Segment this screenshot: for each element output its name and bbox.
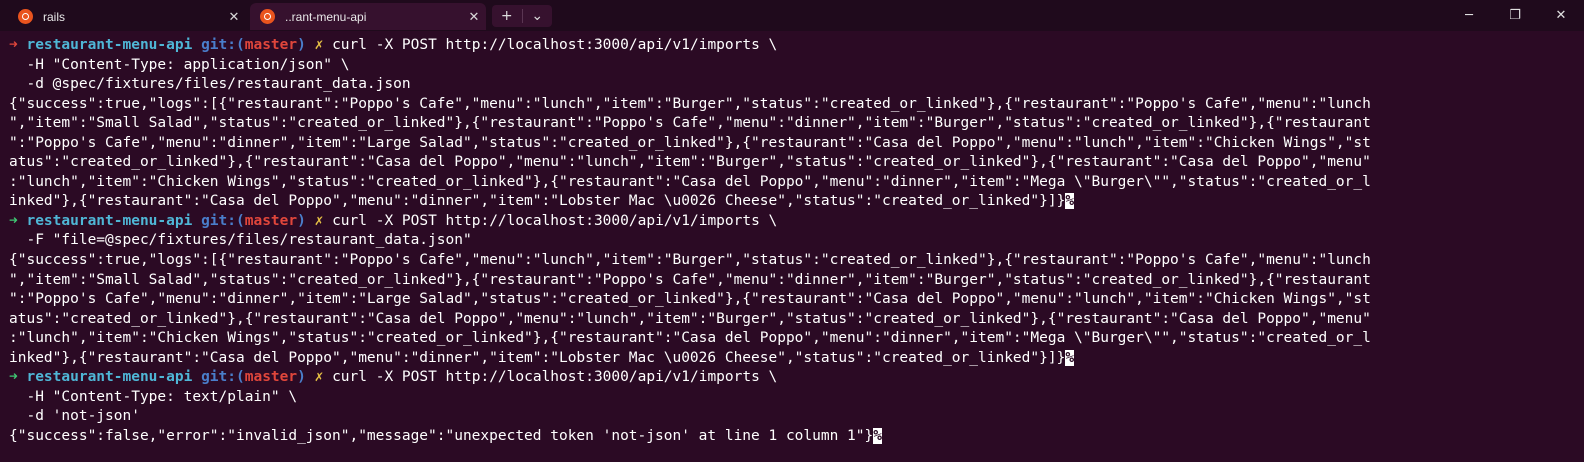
new-tab-group: + ⌄ xyxy=(492,5,552,27)
git-branch: master xyxy=(244,37,298,53)
git-branch: master xyxy=(244,212,298,229)
new-tab-button[interactable]: + xyxy=(492,5,522,27)
output-line: atus":"created_or_linked"},{"restaurant"… xyxy=(9,153,1579,173)
terminal-output[interactable]: ➜ restaurant-menu-api git:(master) ✗ cur… xyxy=(9,36,1579,446)
output-line: :"lunch","item":"Chicken Wings","status"… xyxy=(9,173,1579,193)
tab-label: ..rant-menu-api xyxy=(285,9,367,24)
prompt-arrow-icon: ➜ xyxy=(9,369,18,386)
dirty-mark-icon: ✗ xyxy=(314,212,324,229)
prompt-line: ➜ restaurant-menu-api git:(master) ✗ cur… xyxy=(9,368,1579,388)
prompt-arrow-icon: ➜ xyxy=(9,37,18,53)
eol-mark: % xyxy=(1065,349,1075,366)
output-text: ","item":"Small Salad","status":"created… xyxy=(9,271,1371,288)
output-text: inked"},{"restaurant":"Casa del Poppo","… xyxy=(9,193,1066,210)
output-line: ":"Poppo's Cafe","menu":"dinner","item":… xyxy=(9,290,1579,310)
dirty-mark-icon: ✗ xyxy=(314,37,324,53)
prompt-line: ➜ restaurant-menu-api git:(master) ✗ cur… xyxy=(9,212,1579,232)
output-line: ":"Poppo's Cafe","menu":"dinner","item":… xyxy=(9,134,1579,154)
close-tab-icon[interactable]: ✕ xyxy=(222,9,246,25)
output-text: atus":"created_or_linked"},{"restaurant"… xyxy=(9,310,1371,327)
prompt-arrow-icon: ➜ xyxy=(9,212,18,229)
git-label-close: ) xyxy=(297,212,306,229)
git-label-close: ) xyxy=(297,37,306,53)
git-label-close: ) xyxy=(297,369,306,386)
output-line: inked"},{"restaurant":"Casa del Poppo","… xyxy=(9,349,1579,369)
output-text: {"success":false,"error":"invalid_json",… xyxy=(9,427,874,444)
tab-rails[interactable]: rails ✕ xyxy=(8,3,246,30)
git-label: git:( xyxy=(201,37,245,53)
output-text: {"success":true,"logs":[{"restaurant":"P… xyxy=(9,252,1371,269)
command-text: curl -X POST http://localhost:3000/api/v… xyxy=(332,37,778,53)
output-text: :"lunch","item":"Chicken Wings","status"… xyxy=(9,330,1371,347)
title-bar: rails ✕ ..rant-menu-api ✕ + ⌄ ─ ❐ ✕ xyxy=(0,0,1584,31)
close-window-button[interactable]: ✕ xyxy=(1538,0,1584,31)
output-text: :"lunch","item":"Chicken Wings","status"… xyxy=(9,173,1371,190)
dirty-mark-icon: ✗ xyxy=(314,369,324,386)
git-branch: master xyxy=(244,369,298,386)
output-text: ":"Poppo's Cafe","menu":"dinner","item":… xyxy=(9,291,1371,308)
chevron-down-icon[interactable]: ⌄ xyxy=(523,5,553,27)
command-text: curl -X POST http://localhost:3000/api/v… xyxy=(332,369,778,386)
output-text: ":"Poppo's Cafe","menu":"dinner","item":… xyxy=(9,134,1371,151)
output-line: :"lunch","item":"Chicken Wings","status"… xyxy=(9,329,1579,349)
command-continuation: -H "Content-Type: text/plain" \ xyxy=(9,388,298,405)
output-text: inked"},{"restaurant":"Casa del Poppo","… xyxy=(9,349,1066,366)
command-continuation: -F "file=@spec/fixtures/files/restaurant… xyxy=(9,232,472,249)
ubuntu-icon xyxy=(18,9,33,24)
output-line: atus":"created_or_linked"},{"restaurant"… xyxy=(9,310,1579,330)
prompt-directory: restaurant-menu-api xyxy=(26,37,193,53)
eol-mark: % xyxy=(1065,193,1075,210)
output-text: atus":"created_or_linked"},{"restaurant"… xyxy=(9,154,1371,171)
close-tab-icon[interactable]: ✕ xyxy=(462,9,486,25)
maximize-button[interactable]: ❐ xyxy=(1492,0,1538,31)
eol-mark: % xyxy=(873,427,882,444)
git-label: git:( xyxy=(201,369,245,386)
command-text: curl -X POST http://localhost:3000/api/v… xyxy=(332,212,778,229)
output-text: {"success":true,"logs":[{"restaurant":"P… xyxy=(9,95,1371,112)
command-continuation: -H "Content-Type: application/json" \ xyxy=(9,56,350,73)
output-line: ","item":"Small Salad","status":"created… xyxy=(9,114,1579,134)
output-line: ","item":"Small Salad","status":"created… xyxy=(9,271,1579,291)
output-line: {"success":true,"logs":[{"restaurant":"P… xyxy=(9,95,1579,115)
minimize-button[interactable]: ─ xyxy=(1446,0,1492,31)
output-text: ","item":"Small Salad","status":"created… xyxy=(9,115,1371,132)
prompt-directory: restaurant-menu-api xyxy=(26,369,193,386)
command-continuation: -d 'not-json' xyxy=(9,408,140,425)
output-line: {"success":false,"error":"invalid_json",… xyxy=(9,427,1579,447)
git-label: git:( xyxy=(201,212,245,229)
tab-restaurant-menu-api[interactable]: ..rant-menu-api ✕ xyxy=(250,3,486,30)
prompt-directory: restaurant-menu-api xyxy=(26,212,193,229)
tab-label: rails xyxy=(43,9,66,24)
ubuntu-icon xyxy=(260,9,275,24)
output-line: inked"},{"restaurant":"Casa del Poppo","… xyxy=(9,192,1579,212)
command-continuation: -d @spec/fixtures/files/restaurant_data.… xyxy=(9,76,411,93)
prompt-line: ➜ restaurant-menu-api git:(master) ✗ cur… xyxy=(9,36,1579,56)
output-line: {"success":true,"logs":[{"restaurant":"P… xyxy=(9,251,1579,271)
